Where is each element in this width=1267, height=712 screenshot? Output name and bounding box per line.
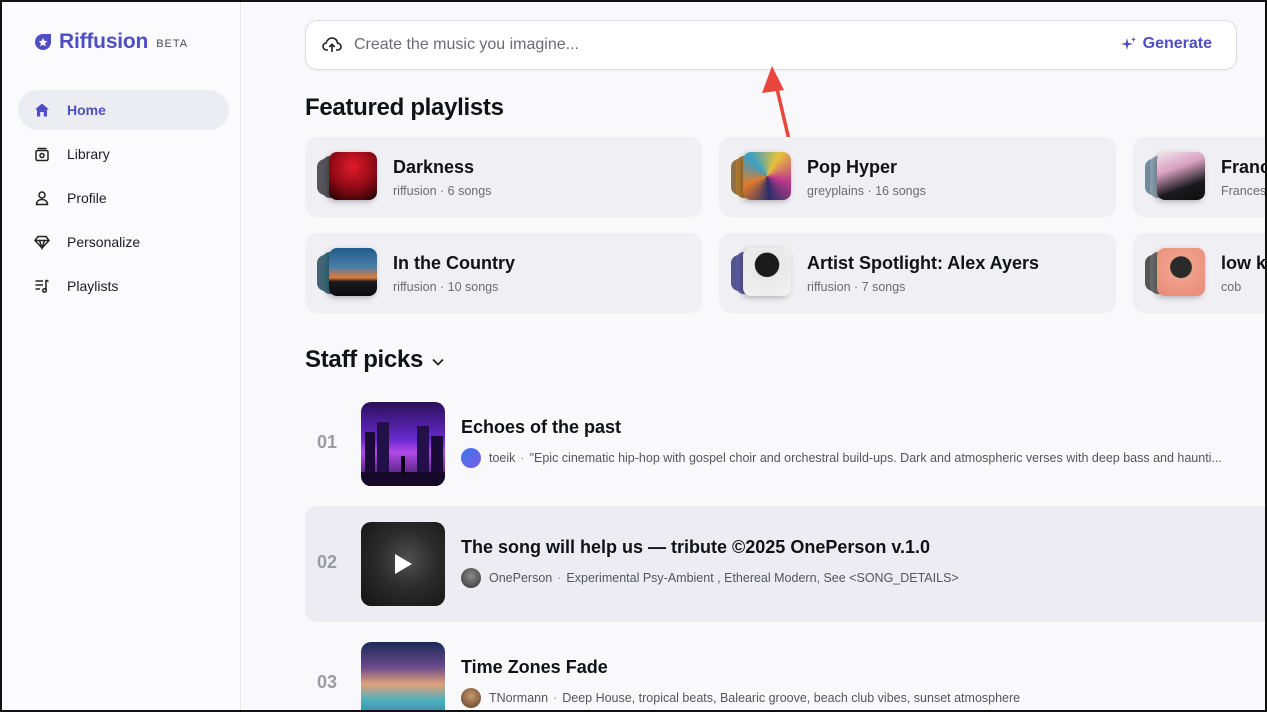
playlist-card[interactable]: Darkness riffusion · 6 songs bbox=[305, 137, 702, 217]
playlist-cover bbox=[317, 248, 377, 298]
playlist-meta: riffusion · 6 songs bbox=[393, 184, 492, 198]
playlist-title: Franc bbox=[1221, 157, 1265, 177]
playlist-card[interactable]: low k cob bbox=[1133, 233, 1265, 313]
beta-badge: BETA bbox=[156, 37, 189, 50]
track-cover bbox=[361, 522, 445, 606]
playlist-card[interactable]: Artist Spotlight: Alex Ayers riffusion ·… bbox=[719, 233, 1116, 313]
cloud-upload-icon[interactable] bbox=[322, 35, 342, 55]
home-icon bbox=[33, 101, 51, 119]
play-button[interactable] bbox=[361, 522, 445, 606]
chevron-down-icon bbox=[432, 358, 444, 366]
riffusion-logo-icon bbox=[35, 34, 51, 50]
track-meta: TNormann · Deep House, tropical beats, B… bbox=[461, 688, 1261, 708]
nav-item-playlists[interactable]: Playlists bbox=[18, 266, 229, 306]
nav-label-profile: Profile bbox=[67, 190, 107, 206]
playlist-cover bbox=[1145, 152, 1205, 202]
prompt-input[interactable] bbox=[354, 36, 1054, 54]
nav-item-library[interactable]: Library bbox=[18, 134, 229, 174]
track-author[interactable]: OnePerson bbox=[489, 571, 552, 585]
track-row[interactable]: 01 Echoes of the past toeik · "Epic cine… bbox=[305, 386, 1265, 502]
main-content: Generate Featured playlists Darkness rif… bbox=[242, 2, 1265, 710]
nav-item-home[interactable]: Home bbox=[18, 90, 229, 130]
playlist-title: low k bbox=[1221, 253, 1265, 273]
playlist-title: Darkness bbox=[393, 157, 475, 177]
track-title: Time Zones Fade bbox=[461, 657, 608, 677]
playlist-title: In the Country bbox=[393, 253, 515, 273]
track-title: Echoes of the past bbox=[461, 417, 622, 437]
brand-name: Riffusion bbox=[59, 30, 149, 53]
track-description: Deep House, tropical beats, Balearic gro… bbox=[562, 691, 1021, 705]
nav-item-personalize[interactable]: Personalize bbox=[18, 222, 229, 262]
avatar[interactable] bbox=[461, 568, 481, 588]
nav-label-library: Library bbox=[67, 146, 110, 162]
playlist-cover bbox=[731, 248, 791, 298]
nav-item-profile[interactable]: Profile bbox=[18, 178, 229, 218]
track-author[interactable]: toeik bbox=[489, 451, 515, 465]
track-description: Experimental Psy-Ambient , Ethereal Mode… bbox=[566, 571, 959, 585]
track-number: 01 bbox=[317, 432, 338, 452]
person-icon bbox=[33, 189, 51, 207]
avatar[interactable] bbox=[461, 688, 481, 708]
play-icon bbox=[395, 554, 412, 574]
nav-label-playlists: Playlists bbox=[67, 278, 119, 294]
playlist-meta: cob bbox=[1221, 280, 1242, 294]
featured-playlists-title: Featured playlists bbox=[305, 94, 504, 121]
playlist-meta: riffusion · 10 songs bbox=[393, 280, 499, 294]
playlist-title: Pop Hyper bbox=[807, 157, 898, 177]
staff-picks-title: Staff picks bbox=[305, 346, 424, 373]
nav-label-home: Home bbox=[67, 102, 106, 118]
track-title: The song will help us — tribute ©2025 On… bbox=[461, 537, 931, 557]
track-row[interactable]: 03 Time Zones Fade TNormann · Deep House… bbox=[305, 626, 1265, 710]
track-cover bbox=[361, 642, 445, 710]
main-nav: Home Library Profile Personalize Playlis… bbox=[18, 90, 229, 310]
avatar[interactable] bbox=[461, 448, 481, 468]
staff-picks-header[interactable]: Staff picks bbox=[305, 346, 445, 374]
brand[interactable]: Riffusion BETA bbox=[32, 30, 188, 54]
track-cover bbox=[361, 402, 445, 486]
playlist-cover bbox=[731, 152, 791, 202]
track-meta: toeik · "Epic cinematic hip-hop with gos… bbox=[461, 448, 1261, 468]
playlist-meta: riffusion · 7 songs bbox=[807, 280, 906, 294]
generate-button[interactable]: Generate bbox=[1120, 35, 1212, 53]
playlist-cover bbox=[317, 152, 377, 202]
playlist-cover bbox=[1145, 248, 1205, 298]
playlist-card[interactable]: Franc Frances bbox=[1133, 137, 1265, 217]
playlist-meta: greyplains · 16 songs bbox=[807, 184, 926, 198]
track-author[interactable]: TNormann bbox=[489, 691, 548, 705]
playlist-card[interactable]: In the Country riffusion · 10 songs bbox=[305, 233, 702, 313]
track-row[interactable]: 02 The song will help us — tribute ©2025… bbox=[305, 506, 1265, 622]
track-description: "Epic cinematic hip-hop with gospel choi… bbox=[529, 451, 1222, 465]
nav-label-personalize: Personalize bbox=[67, 234, 141, 250]
playlist-meta: Frances bbox=[1221, 184, 1265, 198]
playlist-icon bbox=[33, 277, 51, 295]
playlist-title: Artist Spotlight: Alex Ayers bbox=[807, 253, 1040, 273]
track-number: 03 bbox=[317, 672, 338, 692]
sidebar: Riffusion BETA Home Library Profile Pers… bbox=[2, 2, 241, 710]
sparkle-icon bbox=[1120, 37, 1136, 50]
track-meta: OnePerson · Experimental Psy-Ambient , E… bbox=[461, 568, 1261, 588]
library-icon bbox=[33, 145, 51, 163]
track-number: 02 bbox=[317, 552, 338, 572]
diamond-icon bbox=[33, 233, 51, 251]
playlist-card[interactable]: Pop Hyper greyplains · 16 songs bbox=[719, 137, 1116, 217]
generate-label: Generate bbox=[1142, 35, 1212, 52]
